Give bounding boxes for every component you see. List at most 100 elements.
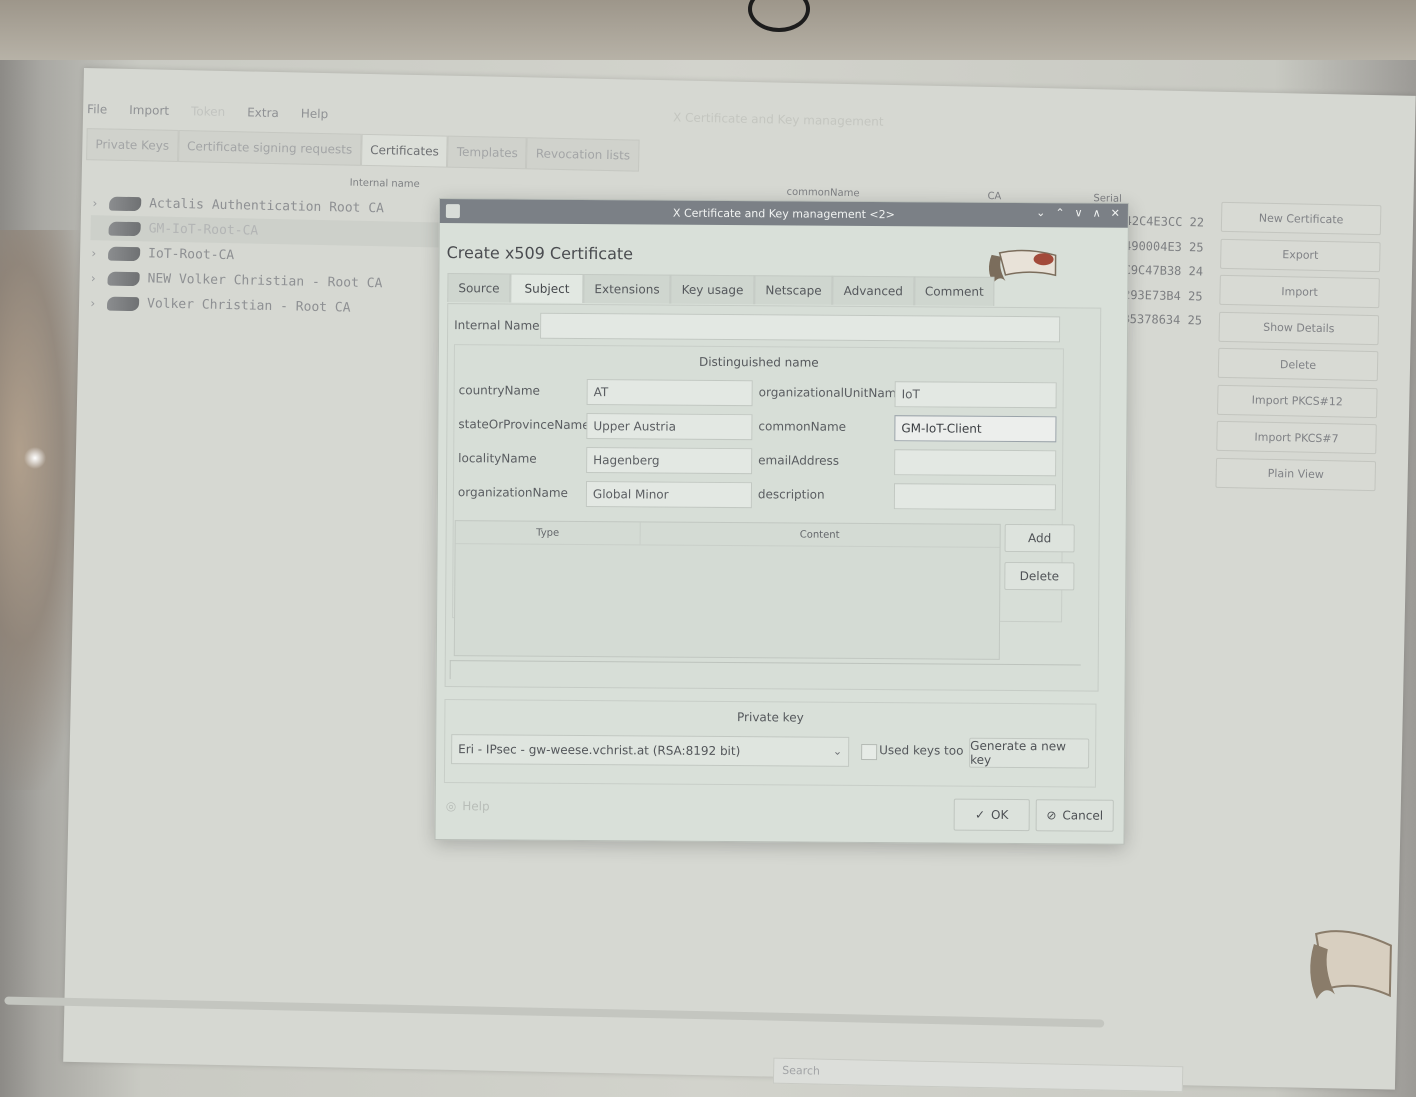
certificate-tree: › Actalis Authentication Root CA GM-IoT-…: [89, 190, 442, 322]
keep-above-icon[interactable]: ⌃: [1055, 206, 1064, 219]
menu-file[interactable]: File: [87, 102, 107, 116]
certificate-icon: [107, 296, 139, 311]
minimize-icon[interactable]: ∨: [1075, 206, 1083, 219]
subject-panel: Internal Name Distinguished name country…: [445, 303, 1102, 692]
tab-csr[interactable]: Certificate signing requests: [178, 130, 362, 166]
used-keys-label[interactable]: Used keys too: [879, 743, 963, 758]
organization-label: organizationName: [458, 485, 568, 500]
horizontal-scrollbar[interactable]: [4, 997, 1104, 1028]
certificate-name: NEW Volker Christian - Root CA: [147, 271, 382, 291]
common-name-label: commonName: [758, 419, 846, 434]
plain-view-button[interactable]: Plain View: [1215, 457, 1376, 490]
certificate-icon: [109, 196, 141, 211]
tab-source[interactable]: Source: [447, 273, 510, 302]
country-name-input[interactable]: AT: [587, 379, 753, 406]
cancel-icon: ⊘: [1046, 808, 1056, 822]
private-key-value: Eri - IPsec - gw-weese.vchrist.at (RSA:8…: [458, 742, 740, 758]
column-common-name[interactable]: commonName: [786, 187, 859, 200]
cancel-button[interactable]: ⊘ Cancel: [1036, 799, 1114, 832]
tab-private-keys[interactable]: Private Keys: [86, 128, 178, 162]
extra-dn-table[interactable]: Type Content: [454, 520, 1001, 660]
tab-certificates[interactable]: Certificates: [361, 134, 448, 168]
private-key-select[interactable]: Eri - IPsec - gw-weese.vchrist.at (RSA:8…: [451, 734, 849, 767]
certificate-name: GM-IoT-Root-CA: [148, 221, 258, 238]
menu-import[interactable]: Import: [129, 103, 169, 118]
certificate-icon: [109, 221, 141, 236]
horizontal-scrollbar[interactable]: [450, 660, 1081, 683]
used-keys-checkbox[interactable]: [861, 744, 877, 760]
delete-button[interactable]: Delete: [1218, 348, 1379, 381]
locality-input[interactable]: Hagenberg: [586, 447, 752, 474]
menu-extra[interactable]: Extra: [247, 105, 279, 120]
import-pkcs7-button[interactable]: Import PKCS#7: [1216, 421, 1377, 454]
main-window-title: X Certificate and Key management: [673, 110, 884, 128]
tab-extensions[interactable]: Extensions: [583, 274, 670, 304]
description-input[interactable]: [894, 483, 1056, 510]
certificate-name: Volker Christian - Root CA: [147, 296, 351, 315]
maximize-icon[interactable]: ∧: [1093, 207, 1101, 220]
country-name-label: countryName: [459, 383, 540, 398]
expand-chevron-icon[interactable]: ›: [89, 271, 99, 285]
check-icon: ✓: [975, 808, 985, 822]
expand-chevron-icon[interactable]: ›: [91, 196, 101, 210]
search-input[interactable]: Search: [773, 1058, 1183, 1093]
menu-token[interactable]: Token: [191, 104, 225, 119]
internal-name-input[interactable]: [540, 313, 1060, 343]
close-icon[interactable]: ✕: [1111, 207, 1120, 220]
dialog-window-title: X Certificate and Key management <2>: [440, 205, 1128, 223]
tab-advanced[interactable]: Advanced: [833, 276, 914, 306]
xca-logo-icon: [1305, 924, 1397, 1006]
main-tabbar: Private Keys Certificate signing request…: [86, 128, 639, 172]
column-content[interactable]: Content: [641, 522, 999, 546]
dialog-titlebar[interactable]: X Certificate and Key management <2> ⌄ ⌃…: [440, 199, 1128, 228]
new-certificate-button[interactable]: New Certificate: [1221, 202, 1382, 235]
certificate-icon: [107, 271, 139, 286]
side-button-panel: New Certificate Export Import Show Detai…: [1215, 202, 1381, 497]
import-pkcs12-button[interactable]: Import PKCS#12: [1217, 384, 1378, 417]
import-button[interactable]: Import: [1219, 275, 1380, 308]
help-button[interactable]: ◎ Help: [446, 799, 490, 813]
certificate-icon: [108, 246, 140, 261]
add-button[interactable]: Add: [1005, 524, 1075, 552]
delete-entry-button[interactable]: Delete: [1004, 562, 1074, 590]
tab-comment[interactable]: Comment: [914, 276, 995, 306]
ok-button[interactable]: ✓ OK: [954, 799, 1030, 832]
distinguished-name-title: Distinguished name: [455, 353, 1063, 371]
locality-label: localityName: [458, 451, 537, 466]
xca-logo-icon: [985, 245, 1061, 286]
email-label: emailAddress: [758, 453, 839, 468]
description-label: description: [758, 487, 825, 501]
column-internal-name[interactable]: Internal name: [350, 178, 420, 190]
organization-input[interactable]: Global Minor: [586, 481, 752, 508]
cancel-label: Cancel: [1062, 808, 1103, 822]
email-input[interactable]: [894, 449, 1056, 476]
show-details-button[interactable]: Show Details: [1219, 311, 1380, 344]
expand-chevron-icon[interactable]: ›: [89, 296, 99, 310]
expand-chevron-icon[interactable]: ›: [90, 246, 100, 260]
tab-netscape[interactable]: Netscape: [754, 275, 832, 305]
menubar: File Import Token Extra Help: [87, 102, 328, 121]
common-name-input[interactable]: GM-IoT-Client: [894, 415, 1056, 442]
shade-down-icon[interactable]: ⌄: [1036, 206, 1045, 219]
generate-key-button[interactable]: Generate a new key: [969, 738, 1089, 769]
tab-subject[interactable]: Subject: [510, 274, 583, 304]
tab-revocation-lists[interactable]: Revocation lists: [526, 137, 639, 171]
tab-key-usage[interactable]: Key usage: [671, 275, 755, 305]
column-ca[interactable]: CA: [987, 191, 1001, 202]
tab-templates[interactable]: Templates: [447, 136, 527, 170]
certificate-name: IoT-Root-CA: [148, 246, 234, 263]
create-certificate-dialog: X Certificate and Key management <2> ⌄ ⌃…: [435, 198, 1129, 845]
dialog-tabs: Source Subject Extensions Key usage Nets…: [447, 273, 995, 306]
wallpaper-star: [22, 445, 48, 471]
dialog-heading: Create x509 Certificate: [447, 243, 634, 263]
state-input[interactable]: Upper Austria: [586, 413, 752, 440]
private-key-group: Private key Eri - IPsec - gw-weese.vchri…: [444, 699, 1097, 788]
column-type[interactable]: Type: [456, 521, 641, 544]
help-icon: ◎: [446, 799, 457, 813]
org-unit-input[interactable]: IoT: [895, 381, 1057, 408]
ok-label: OK: [991, 808, 1008, 822]
export-button[interactable]: Export: [1220, 238, 1381, 271]
menu-help[interactable]: Help: [301, 107, 329, 122]
window-controls: ⌄ ⌃ ∨ ∧ ✕: [1036, 206, 1120, 220]
wall-background: [0, 0, 1416, 60]
